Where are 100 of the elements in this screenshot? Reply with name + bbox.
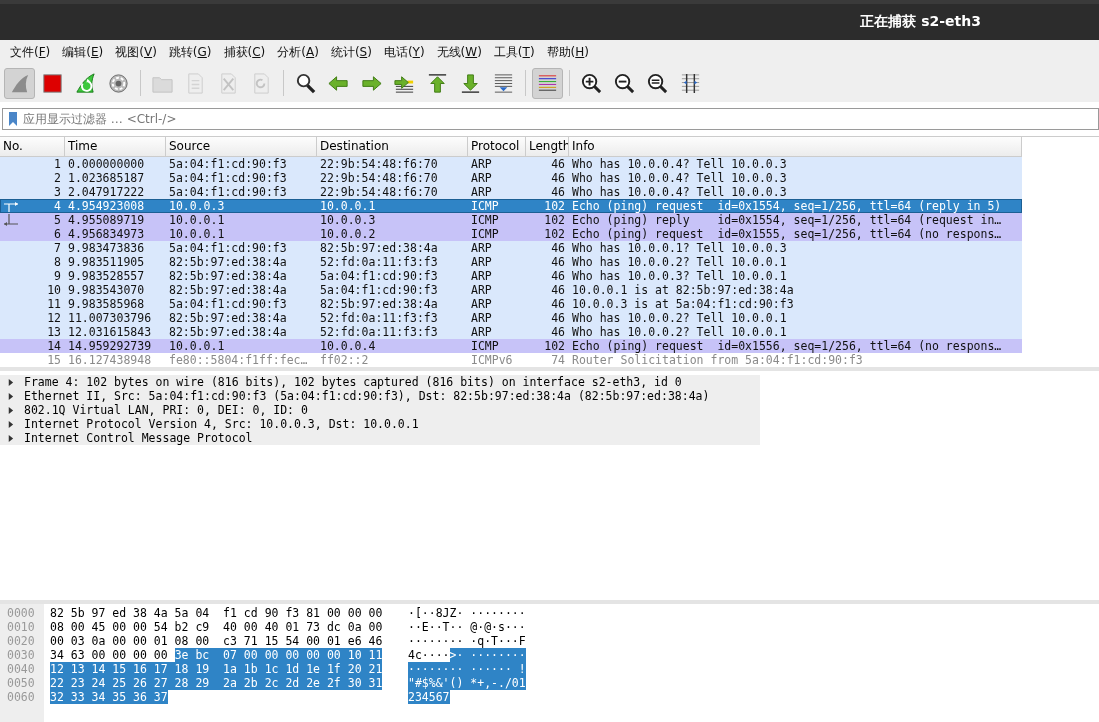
table-cell-text: ICMP — [470, 339, 500, 353]
menu-item[interactable]: 文件(F) — [4, 43, 57, 61]
packet-row[interactable]: 3 2.047917222 5a:04:f1:cd:90:f3 22:9b:54:48:f6:70 ARP 46 Who has 10.0.0.4? Tell 10.0.0.3 — [0, 185, 1022, 199]
table-cell-text: Who has 10.0.0.4? Tell 10.0.0.3 — [571, 157, 788, 171]
menu-item[interactable]: 电话(Y) — [377, 43, 431, 61]
table-cell-text: ARP — [470, 241, 493, 255]
packet-row[interactable]: 13 12.031615843 82:5b:97:ed:38:4a 52:fd:0a:11:f3:f3 ARP 46 Who has 10.0.0.2? Tell 10.0.0.1 — [0, 325, 1022, 339]
filter-field[interactable]: 应用显示过滤器 … <Ctrl-/> — [23, 112, 1098, 126]
table-cell-text: 52:fd:0a:11:f3:f3 — [319, 325, 439, 339]
packet-row[interactable]: 6 4.956834973 10.0.0.1 10.0.0.2 ICMP 102 Echo (ping) request id=0x1555, seq=1/256, ttl=64 (no respons… — [0, 227, 1022, 241]
offset-label: 0050 — [6, 676, 36, 690]
table-cell-text: fe80::5804:f1ff:fec… — [168, 353, 309, 367]
bookmark-icon[interactable] — [8, 111, 18, 127]
menu-item[interactable]: 视图(V) — [109, 43, 163, 61]
packet-row[interactable]: 9 9.983528557 82:5b:97:ed:38:4a 5a:04:f1:cd:90:f3 ARP 46 Who has 10.0.0.3? Tell 10.0.0.1 — [0, 269, 1022, 283]
expand-arrow-icon[interactable] — [7, 434, 14, 442]
table-cell-text: 6 — [53, 227, 62, 241]
table-cell-text: 46 — [550, 241, 566, 255]
table-cell-text: 4 — [53, 199, 62, 213]
column-header[interactable]: Info — [569, 137, 1022, 156]
column-header[interactable]: Time — [65, 137, 166, 156]
offset-label: 0040 — [6, 662, 36, 676]
packet-row[interactable]: 14 14.959292739 10.0.0.1 10.0.0.4 ICMP 102 Echo (ping) request id=0x1556, seq=1/256, ttl=64 (no respons… — [0, 339, 1022, 353]
packet-row[interactable]: 8 9.983511905 82:5b:97:ed:38:4a 52:fd:0a:11:f3:f3 ARP 46 Who has 10.0.0.2? Tell 10.0.0.1 — [0, 255, 1022, 269]
column-header[interactable]: Source — [166, 137, 317, 156]
table-cell-text: 10.0.0.1 — [319, 199, 377, 213]
table-cell-text: 8 — [53, 255, 62, 269]
packet-row[interactable]: 7 9.983473836 5a:04:f1:cd:90:f3 82:5b:97:ed:38:4a ARP 46 Who has 10.0.0.1? Tell 10.0.0.3 — [0, 241, 1022, 255]
ascii-text: ··E··T·· @·@·s··· — [408, 620, 526, 634]
menu-item[interactable]: 帮助(H) — [540, 43, 595, 61]
table-cell-text: ICMP — [470, 213, 500, 227]
offset-label: 0010 — [6, 620, 36, 634]
expand-arrow-icon[interactable] — [7, 378, 14, 386]
menu-item[interactable]: 分析(A) — [271, 43, 325, 61]
table-cell-text: 14 — [46, 339, 62, 353]
table-cell-text: 10.0.0.1 — [168, 227, 226, 241]
menu-item[interactable]: 统计(S) — [324, 43, 378, 61]
menu-item[interactable]: 跳转(G) — [162, 43, 218, 61]
packet-row[interactable]: 11 9.983585968 5a:04:f1:cd:90:f3 82:5b:97:ed:38:4a ARP 46 10.0.0.3 is at 5a:04:f1:cd:90:f3 — [0, 297, 1022, 311]
table-cell-text: 22:9b:54:48:f6:70 — [319, 171, 439, 185]
table-cell-text: 46 — [550, 269, 566, 283]
packet-row[interactable]: 12 11.007303796 82:5b:97:ed:38:4a 52:fd:0a:11:f3:f3 ARP 46 Who has 10.0.0.2? Tell 10.0.0.1 — [0, 311, 1022, 325]
table-cell-text: 11 — [46, 297, 62, 311]
table-cell-text: 82:5b:97:ed:38:4a — [168, 269, 288, 283]
gear-icon — [107, 71, 130, 95]
table-cell-text: ICMPv6 — [470, 353, 514, 367]
packet-row[interactable]: 1 0.000000000 5a:04:f1:cd:90:f3 22:9b:54:48:f6:70 ARP 46 Who has 10.0.0.4? Tell 10.0.0.3 — [0, 157, 1022, 171]
hex-bytes: 32 33 34 35 36 37 — [50, 690, 168, 704]
table-cell-text: 82:5b:97:ed:38:4a — [168, 255, 288, 269]
table-cell-text: Who has 10.0.0.4? Tell 10.0.0.3 — [571, 185, 788, 199]
table-cell-text: Who has 10.0.0.4? Tell 10.0.0.3 — [571, 171, 788, 185]
ascii-text: ········ ·q·T···F — [408, 634, 526, 648]
autoscroll-icon — [492, 71, 515, 95]
table-cell-text: 10.0.0.4 — [319, 339, 377, 353]
table-cell-text: 82:5b:97:ed:38:4a — [168, 283, 288, 297]
table-cell-text: Who has 10.0.0.1? Tell 10.0.0.3 — [571, 241, 788, 255]
menu-item[interactable]: 无线(W) — [430, 43, 488, 61]
table-cell-text: 5a:04:f1:cd:90:f3 — [168, 241, 288, 255]
resize-columns-icon — [679, 71, 702, 95]
table-cell-text: Who has 10.0.0.3? Tell 10.0.0.1 — [571, 269, 788, 283]
table-cell-text: 5a:04:f1:cd:90:f3 — [168, 297, 288, 311]
down-arrow-icon — [459, 71, 482, 95]
table-cell-text: 5a:04:f1:cd:90:f3 — [168, 185, 288, 199]
menu-item[interactable]: 捕获(C) — [217, 43, 272, 61]
filter-bar[interactable]: 应用显示过滤器 … <Ctrl-/> — [2, 108, 1099, 130]
table-cell-text: 82:5b:97:ed:38:4a — [168, 325, 288, 339]
table-cell-text: ARP — [470, 283, 493, 297]
offset-label: 0030 — [6, 648, 36, 662]
column-header[interactable]: Destination — [317, 137, 468, 156]
hex-bytes: 82 5b 97 ed 38 4a 5a 04 f1 cd 90 f3 81 00 00 00 — [50, 606, 383, 620]
packet-row[interactable]: 2 1.023685187 5a:04:f1:cd:90:f3 22:9b:54:48:f6:70 ARP 46 Who has 10.0.0.4? Tell 10.0.0.3 — [0, 171, 1022, 185]
expand-arrow-icon[interactable] — [7, 406, 14, 414]
table-cell-text: ICMP — [470, 227, 500, 241]
table-cell-text: ARP — [470, 171, 493, 185]
packet-row[interactable]: 10 9.983543070 82:5b:97:ed:38:4a 5a:04:f1:cd:90:f3 ARP 46 10.0.0.1 is at 82:5b:97:ed:38:4a — [0, 283, 1022, 297]
table-cell-text: 1.023685187 — [67, 171, 146, 185]
table-cell-text: Who has 10.0.0.2? Tell 10.0.0.1 — [571, 255, 788, 269]
offset-label: 0000 — [6, 606, 36, 620]
table-cell-text: 2 — [53, 171, 62, 185]
table-cell-text: 15 — [46, 353, 62, 367]
packet-row[interactable]: 4 4.954923008 10.0.0.3 10.0.0.1 ICMP 102 Echo (ping) request id=0x1554, seq=1/256, ttl=64 (reply in 5) — [0, 199, 1022, 213]
ascii-text: >· ········ — [449, 648, 526, 662]
packet-row[interactable]: 5 4.955089719 10.0.0.1 10.0.0.3 ICMP 102 Echo (ping) reply id=0x1554, seq=1/256, ttl=64 (request in… — [0, 213, 1022, 227]
table-cell-text: 52:fd:0a:11:f3:f3 — [319, 255, 439, 269]
expand-arrow-icon[interactable] — [7, 420, 14, 428]
table-cell-text: 10.0.0.1 — [168, 213, 226, 227]
table-cell-text: 11.007303796 — [67, 311, 153, 325]
column-header[interactable]: Protocol — [468, 137, 526, 156]
table-cell-text: 102 — [543, 199, 566, 213]
column-header[interactable]: No. — [0, 137, 65, 156]
table-cell-text: Router Solicitation from 5a:04:f1:cd:90:f3 — [571, 353, 864, 367]
table-cell-text: ICMP — [470, 199, 500, 213]
menu-item[interactable]: 工具(T) — [487, 43, 541, 61]
table-cell-text: Who has 10.0.0.2? Tell 10.0.0.1 — [571, 325, 788, 339]
expand-arrow-icon[interactable] — [7, 392, 14, 400]
table-cell-text: 5a:04:f1:cd:90:f3 — [319, 283, 439, 297]
table-cell-text: 46 — [550, 171, 566, 185]
table-cell-text: 9.983528557 — [67, 269, 146, 283]
table-cell-text: ARP — [470, 255, 493, 269]
menu-item[interactable]: 编辑(E) — [56, 43, 110, 61]
